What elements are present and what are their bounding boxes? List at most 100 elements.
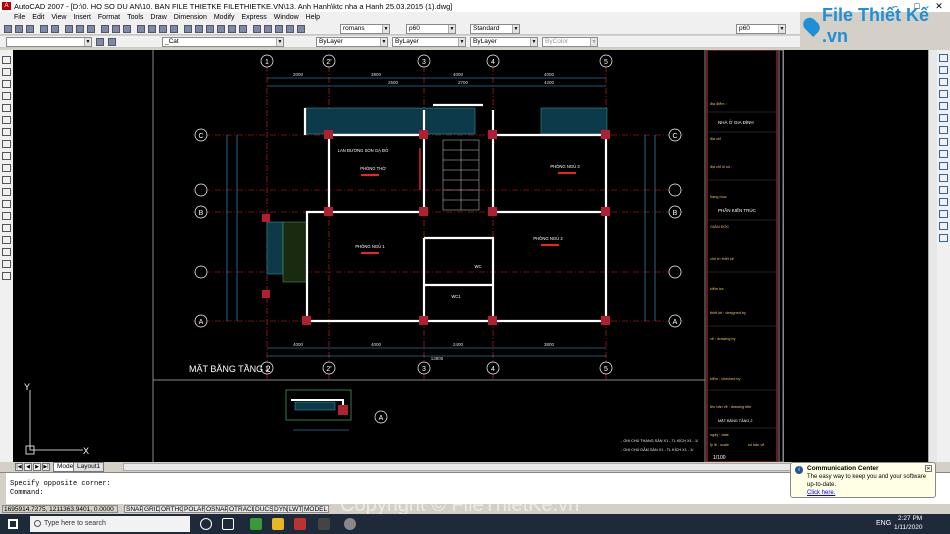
hatch-tool-icon[interactable] xyxy=(2,224,11,232)
calculator-icon[interactable] xyxy=(239,25,247,33)
communication-center-balloon[interactable]: i ✕ Communication Center The easy way to… xyxy=(790,462,936,498)
matchprop-icon[interactable] xyxy=(101,25,109,33)
color-select[interactable]: ByLayer ▼ xyxy=(316,37,388,47)
move-icon[interactable] xyxy=(939,114,948,122)
menu-dimension[interactable]: Dimension xyxy=(174,14,207,21)
layer-select[interactable]: _Cat ▼ xyxy=(162,37,284,47)
paste-icon[interactable] xyxy=(87,25,95,33)
text-style-select[interactable]: romans ▼ xyxy=(340,24,390,34)
sheetset-icon[interactable] xyxy=(217,25,225,33)
undo-icon[interactable] xyxy=(112,25,120,33)
linetype-select[interactable]: ByLayer ▼ xyxy=(392,37,466,47)
gradient-icon[interactable] xyxy=(2,236,11,244)
dim-style-select[interactable]: p60 ▼ xyxy=(406,24,456,34)
offset-icon[interactable] xyxy=(939,90,948,98)
menu-help[interactable]: Help xyxy=(306,14,320,21)
markup-icon[interactable] xyxy=(228,25,236,33)
task-view-icon[interactable] xyxy=(222,518,234,530)
copy-icon[interactable] xyxy=(76,25,84,33)
join-icon[interactable] xyxy=(939,198,948,206)
menu-view[interactable]: View xyxy=(51,14,66,21)
spline-icon[interactable] xyxy=(2,152,11,160)
pan-icon[interactable] xyxy=(137,25,145,33)
layer-manager-icon[interactable] xyxy=(96,38,104,46)
hatch-icon[interactable] xyxy=(275,25,283,33)
menu-file[interactable]: File xyxy=(14,14,25,21)
menu-insert[interactable]: Insert xyxy=(73,14,91,21)
menu-edit[interactable]: Edit xyxy=(32,14,44,21)
app-taskbar-icon-1[interactable] xyxy=(250,518,262,530)
copy-object-icon[interactable] xyxy=(939,66,948,74)
toolpalette-icon[interactable] xyxy=(206,25,214,33)
properties-icon[interactable] xyxy=(184,25,192,33)
lineweight-select[interactable]: ByLayer ▼ xyxy=(470,37,538,47)
ellipse-arc-icon[interactable] xyxy=(2,176,11,184)
fillet-icon[interactable] xyxy=(939,222,948,230)
language-indicator[interactable]: ENG xyxy=(876,520,891,527)
windows-start-icon[interactable] xyxy=(8,519,18,529)
plot-icon[interactable] xyxy=(40,25,48,33)
preview-icon[interactable] xyxy=(51,25,59,33)
help-icon[interactable] xyxy=(253,25,261,33)
designcenter-icon[interactable] xyxy=(195,25,203,33)
scale-icon[interactable] xyxy=(939,138,948,146)
make-block-icon[interactable] xyxy=(2,200,11,208)
dim-icon[interactable] xyxy=(297,25,305,33)
drawing-canvas[interactable]: 1 2' 3 4 5 1 2' 3 4 5 C B A C B A 2000 3… xyxy=(13,50,928,462)
tab-layout1[interactable]: Layout1 xyxy=(73,462,105,472)
table-style-select[interactable]: Standard ▼ xyxy=(470,24,520,34)
xline-icon[interactable] xyxy=(2,68,11,76)
line-icon[interactable] xyxy=(2,56,11,64)
cut-icon[interactable] xyxy=(65,25,73,33)
menu-express[interactable]: Express xyxy=(241,14,266,21)
menu-modify[interactable]: Modify xyxy=(214,14,235,21)
tab-last-icon[interactable]: ▶| xyxy=(42,463,50,471)
mirror-icon[interactable] xyxy=(939,78,948,86)
table-icon[interactable] xyxy=(2,260,11,268)
balloon-close-icon[interactable]: ✕ xyxy=(925,465,932,472)
polygon-icon[interactable] xyxy=(2,92,11,100)
zoom-window-icon[interactable] xyxy=(159,25,167,33)
tab-prev-icon[interactable]: ◀ xyxy=(24,463,32,471)
coordinate-readout[interactable]: 1695914.7275, 1211363.9401, 0.0000 xyxy=(2,505,118,513)
menu-format[interactable]: Format xyxy=(98,14,120,21)
plotstyle-select[interactable]: ByColor ▼ xyxy=(542,37,598,47)
zoom-realtime-icon[interactable] xyxy=(148,25,156,33)
rotate-icon[interactable] xyxy=(939,126,948,134)
cortana-icon[interactable] xyxy=(200,518,212,530)
tab-next-icon[interactable]: ▶ xyxy=(33,463,41,471)
taskbar-search[interactable]: Type here to search xyxy=(30,516,190,532)
polyline-icon[interactable] xyxy=(2,80,11,88)
extend-icon[interactable] xyxy=(939,174,948,182)
point-icon[interactable] xyxy=(2,212,11,220)
save-icon[interactable] xyxy=(26,25,34,33)
clock-time[interactable]: 2:27 PM xyxy=(898,515,922,522)
new-icon[interactable] xyxy=(4,25,12,33)
layer-previous-icon[interactable] xyxy=(108,38,116,46)
region-icon[interactable] xyxy=(2,248,11,256)
open-icon[interactable] xyxy=(15,25,23,33)
menu-tools[interactable]: Tools xyxy=(127,14,143,21)
trim-icon[interactable] xyxy=(939,162,948,170)
array-icon[interactable] xyxy=(939,102,948,110)
vertical-scrollbar[interactable] xyxy=(928,50,937,462)
chamfer-icon[interactable] xyxy=(939,210,948,218)
zoom-previous-icon[interactable] xyxy=(170,25,178,33)
ellipse-icon[interactable] xyxy=(2,164,11,172)
mtext-icon[interactable] xyxy=(2,272,11,280)
rectangle-icon[interactable] xyxy=(2,104,11,112)
menu-draw[interactable]: Draw xyxy=(150,14,166,21)
clock-date[interactable]: 1/11/2020 xyxy=(894,524,922,531)
model-toggle[interactable]: MODEL xyxy=(302,505,330,513)
stretch-icon[interactable] xyxy=(939,150,948,158)
autocad-taskbar-icon[interactable] xyxy=(294,518,306,530)
circle-icon[interactable] xyxy=(2,128,11,136)
app-taskbar-icon-5[interactable] xyxy=(344,518,356,530)
redo-icon[interactable] xyxy=(123,25,131,33)
rectang-icon[interactable] xyxy=(264,25,272,33)
file-explorer-icon[interactable] xyxy=(272,518,284,530)
tab-first-icon[interactable]: |◀ xyxy=(15,463,23,471)
revcloud-icon[interactable] xyxy=(2,140,11,148)
app-taskbar-icon-4[interactable] xyxy=(318,518,330,530)
explode-icon[interactable] xyxy=(939,234,948,242)
